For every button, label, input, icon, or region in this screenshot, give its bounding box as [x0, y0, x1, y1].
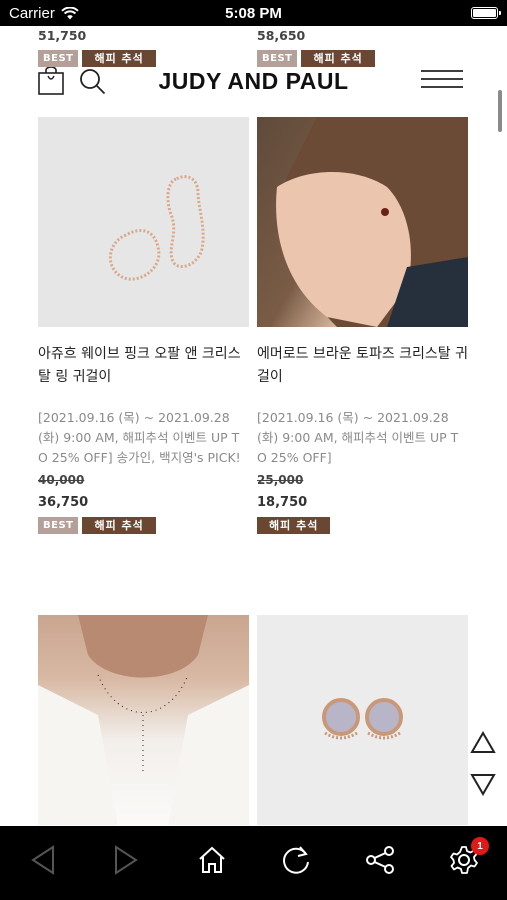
scroll-up-arrow-icon[interactable]: [470, 731, 496, 755]
hamburger-menu-icon[interactable]: [420, 69, 464, 89]
product-name[interactable]: 아쥬흐 웨이브 핑크 오팔 앤 크리스탈 링 귀걸이: [38, 343, 249, 389]
home-button[interactable]: [195, 843, 229, 877]
happy-chuseok-badge: 해피 추석: [82, 517, 156, 534]
product-card[interactable]: 아쥬흐 웨이브 핑크 오팔 앤 크리스탈 링 귀걸이 [2021.09.16 (…: [38, 117, 249, 535]
status-bar: Carrier 5:08 PM: [0, 0, 507, 26]
scroll-indicator[interactable]: [498, 90, 502, 132]
product-original-price: 40,000: [38, 473, 85, 487]
product-image[interactable]: [257, 117, 468, 327]
status-time: 5:08 PM: [225, 5, 282, 22]
home-icon: [199, 846, 225, 873]
model-illustration: [276, 117, 468, 327]
scroll-down-arrow-icon[interactable]: [470, 772, 496, 796]
bottom-toolbar: 1: [0, 826, 507, 900]
product-image[interactable]: [38, 615, 249, 825]
product-tags: BEST 해피 추석: [38, 517, 249, 535]
product-sale-price: 18,750: [257, 495, 308, 510]
product-tags: 해피 추석: [257, 517, 468, 535]
back-arrow-icon: [31, 845, 54, 875]
battery-icon: [471, 7, 501, 19]
forward-button[interactable]: [109, 843, 143, 877]
share-button[interactable]: [363, 843, 397, 877]
product-description: [2021.09.16 (목) ~ 2021.09.28 (화) 9:00 AM…: [38, 410, 241, 465]
product-image[interactable]: [38, 117, 249, 327]
product-sale-price: 36,750: [38, 495, 89, 510]
stud-earring-illustration: [322, 698, 403, 740]
settings-button[interactable]: 1: [447, 837, 489, 877]
share-icon: [366, 846, 394, 874]
previous-price-left: 51,750: [38, 28, 87, 43]
refresh-icon: [283, 846, 309, 874]
previous-row-prices: 51,750 58,650: [38, 26, 469, 46]
earring-illustration: [108, 175, 205, 281]
product-list[interactable]: 51,750 58,650 BEST 해피 추석 BEST 해피 추석 JUDY…: [0, 26, 507, 826]
product-card[interactable]: [257, 615, 468, 825]
forward-arrow-icon: [115, 845, 138, 875]
refresh-button[interactable]: [279, 843, 313, 877]
product-original-price: 25,000: [257, 473, 304, 487]
product-description: [2021.09.16 (목) ~ 2021.09.28 (화) 9:00 AM…: [257, 410, 459, 465]
happy-chuseok-badge: 해피 추석: [257, 517, 331, 534]
previous-price-right: 58,650: [257, 28, 306, 43]
best-badge: BEST: [38, 517, 79, 534]
notification-badge: 1: [471, 837, 489, 855]
product-card[interactable]: [38, 615, 249, 825]
necklace-illustration: [38, 615, 249, 825]
product-image[interactable]: [257, 615, 468, 825]
back-button[interactable]: [26, 843, 60, 877]
product-card[interactable]: 에머로드 브라운 토파즈 크리스탈 귀걸이 [2021.09.16 (목) ~ …: [257, 117, 468, 535]
site-header: JUDY AND PAUL: [0, 62, 507, 104]
product-name[interactable]: 에머로드 브라운 토파즈 크리스탈 귀걸이: [257, 343, 468, 389]
